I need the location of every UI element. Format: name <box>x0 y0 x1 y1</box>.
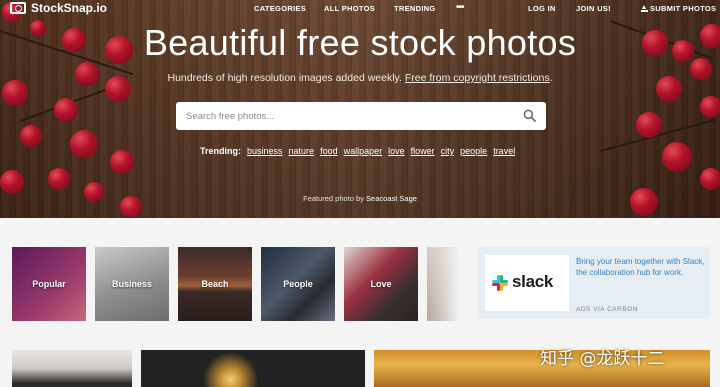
berry-decoration <box>70 130 98 158</box>
featured-author-link[interactable]: Seacoast Sage <box>366 194 417 203</box>
category-tile-people[interactable]: People <box>261 247 335 321</box>
category-tile-love[interactable]: Love <box>344 247 418 321</box>
camera-icon <box>10 2 26 14</box>
trending-tag-food[interactable]: food <box>320 146 338 156</box>
stocksnap-homepage: StockSnap.io CATEGORIES ALL PHOTOS TREND… <box>0 0 720 387</box>
copyright-link[interactable]: Free from copyright restrictions <box>405 72 550 84</box>
category-label: Beach <box>201 279 229 289</box>
subline-suffix: . <box>549 72 553 84</box>
trending-tag-wallpaper[interactable]: wallpaper <box>344 146 383 156</box>
ad-copy[interactable]: Bring your team together with Slack, the… <box>576 256 706 278</box>
slack-icon <box>492 275 508 291</box>
featured-photo-credit: Featured photo by Seacoast Sage <box>0 194 720 203</box>
hero-subline: Hundreds of high resolution images added… <box>0 72 720 84</box>
trending-tag-travel[interactable]: travel <box>493 146 515 156</box>
more-menu-icon[interactable]: ••• <box>456 2 464 13</box>
berry-decoration <box>48 168 70 190</box>
logo-text: StockSnap.io <box>31 1 108 15</box>
trending-tag-nature[interactable]: nature <box>289 146 315 156</box>
hero-headline: Beautiful free stock photos <box>143 22 577 63</box>
carbon-ad[interactable]: slack Bring your team together with Slac… <box>478 247 710 319</box>
trending-label: Trending: <box>200 146 241 156</box>
berry-decoration <box>700 96 720 118</box>
hero-section: StockSnap.io CATEGORIES ALL PHOTOS TREND… <box>0 0 720 218</box>
berry-decoration <box>0 170 24 194</box>
search-icon[interactable] <box>523 109 536 122</box>
nav-link-all-photos[interactable]: ALL PHOTOS <box>324 4 375 13</box>
search-box <box>176 102 546 130</box>
featured-prefix: Featured photo by <box>303 194 367 203</box>
nav-link-categories[interactable]: CATEGORIES <box>254 4 306 13</box>
nav-link-login[interactable]: LOG IN <box>528 4 556 13</box>
photo-thumbnail[interactable] <box>12 350 132 387</box>
submit-photos-link[interactable]: SUBMIT PHOTOS <box>641 4 716 13</box>
category-label: Business <box>111 279 153 289</box>
trending-tag-business[interactable]: business <box>247 146 283 156</box>
watermark: 知乎 @龙跃十二 <box>540 349 665 369</box>
nav-link-trending[interactable]: TRENDING <box>394 4 436 13</box>
berry-decoration <box>110 150 134 174</box>
site-logo[interactable]: StockSnap.io <box>10 1 107 15</box>
category-label: Popular <box>32 279 66 289</box>
submit-photos-label: SUBMIT PHOTOS <box>650 4 717 13</box>
category-tile-popular[interactable]: Popular <box>12 247 86 321</box>
trending-tag-love[interactable]: love <box>388 146 405 156</box>
trending-tag-people[interactable]: people <box>460 146 487 156</box>
ads-via-carbon[interactable]: ADS VIA CARBON <box>576 306 638 313</box>
berry-decoration <box>20 125 42 147</box>
slack-wordmark: slack <box>512 272 554 291</box>
berry-decoration <box>662 142 692 172</box>
berry-decoration <box>54 98 78 122</box>
category-label: People <box>283 279 313 289</box>
subline-text: Hundreds of high resolution images added… <box>167 72 405 84</box>
berry-decoration <box>636 112 662 138</box>
trending-tag-flower[interactable]: flower <box>411 146 435 156</box>
carousel-fade <box>425 240 465 330</box>
nav-link-join[interactable]: JOIN US! <box>576 4 611 13</box>
berry-decoration <box>700 168 720 190</box>
slack-logo[interactable]: slack <box>485 255 569 311</box>
category-tile-beach[interactable]: Beach <box>178 247 252 321</box>
top-nav: StockSnap.io CATEGORIES ALL PHOTOS TREND… <box>0 0 720 18</box>
trending-tags: Trending: business nature food wallpaper… <box>200 146 515 156</box>
search-input[interactable] <box>186 108 506 124</box>
category-label: Love <box>370 279 392 289</box>
upload-icon <box>641 5 648 12</box>
trending-tag-city[interactable]: city <box>441 146 455 156</box>
photo-thumbnail[interactable] <box>141 350 365 387</box>
category-tile-business[interactable]: Business <box>95 247 169 321</box>
